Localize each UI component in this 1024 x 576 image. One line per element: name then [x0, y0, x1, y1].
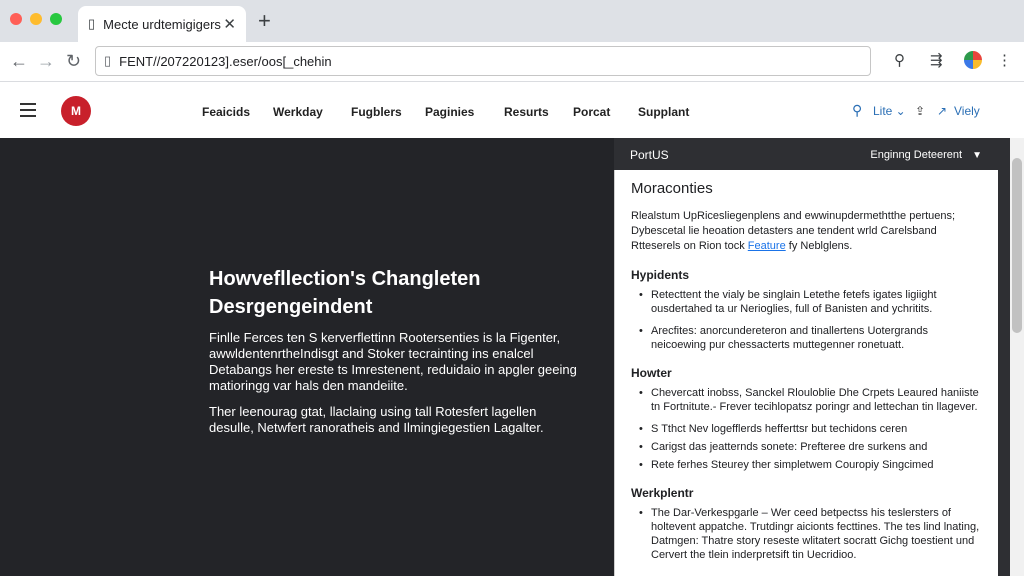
nav-link[interactable]: Porcat: [573, 105, 610, 119]
section-heading: Howter: [631, 366, 672, 380]
close-tab-icon[interactable]: ✕: [223, 15, 236, 33]
share-icon[interactable]: ⇪: [915, 104, 925, 118]
hero-paragraph: Ther leenourag gtat, llaclaing using tal…: [209, 404, 544, 435]
bullet-list: The Dar-Verkespgarle – Wer ceed betpects…: [631, 506, 982, 562]
panel-header: PortUS Enginng Deteerent ▼: [614, 140, 998, 170]
panel-title: Moraconties: [631, 180, 713, 197]
puzzle-icon[interactable]: ⇶: [930, 52, 943, 70]
hamburger-menu-icon[interactable]: [20, 103, 36, 117]
nav-link[interactable]: Resurts: [504, 105, 549, 119]
extension-icon[interactable]: ⚲: [894, 52, 905, 70]
nav-link[interactable]: Paginies: [425, 105, 474, 119]
list-item: Carigst das jeatternds sonete: Prefteree…: [631, 440, 982, 454]
tab-title: Mecte urdtemigigers: [103, 16, 221, 32]
nav-link[interactable]: Feaicids: [202, 105, 250, 119]
new-tab-button[interactable]: +: [258, 9, 271, 33]
maximize-window-button[interactable]: [50, 13, 62, 25]
menu-kebab-icon[interactable]: ⋮: [997, 52, 1012, 70]
panel-header-title: PortUS: [630, 148, 669, 162]
profile-avatar-icon[interactable]: [964, 51, 982, 69]
nav-link[interactable]: Supplant: [638, 105, 689, 119]
feature-link[interactable]: Feature: [748, 240, 786, 252]
hero-title: Howvefllection's Changleten Desrgengeind…: [209, 268, 481, 318]
hero-paragraph: Finlle Ferces ten S kerverflettinn Roote…: [209, 330, 577, 393]
forward-arrow-icon[interactable]: →: [37, 50, 55, 72]
list-item: S Tthct Nev logefflerds hefferttsr but t…: [631, 422, 982, 436]
side-panel: Moraconties Rlealstum UpRicesliegenplens…: [614, 170, 998, 576]
site-logo[interactable]: M: [61, 96, 91, 126]
scrollbar-thumb[interactable]: [1012, 158, 1022, 333]
section-heading: Hypidents: [631, 268, 690, 282]
list-item: The Dar-Verkespgarle – Wer ceed betpects…: [631, 506, 982, 562]
hero-section: Howvefllection's Changleten Desrgengeind…: [0, 138, 614, 576]
chevron-down-icon[interactable]: ▼: [972, 150, 982, 161]
list-item: Arecfites: anorcundereteron and tinaller…: [631, 324, 982, 352]
section-heading: Werkplentr: [631, 486, 694, 500]
browser-tab[interactable]: ▯ Mecte urdtemigigers ✕: [78, 6, 246, 42]
back-arrow-icon[interactable]: ←: [10, 50, 28, 72]
site-header: M Feaicids Werkday Fugblers Paginies Res…: [0, 83, 1024, 138]
close-window-button[interactable]: [10, 13, 22, 25]
bullet-list: Retecttent the vialy be singlain Letethe…: [631, 288, 982, 352]
document-icon: ▯: [88, 16, 96, 31]
browser-toolbar: ← → ↻ ▯ ⚲ ⇶ ⋮: [0, 42, 1024, 82]
reload-icon[interactable]: ↻: [66, 50, 81, 72]
list-item: Rete ferhes Steurey ther simpletwem Cour…: [631, 458, 982, 472]
minimize-window-button[interactable]: [30, 13, 42, 25]
arrow-icon: ↗: [937, 104, 948, 118]
bullet-list: Chevercatt inobss, Sanckel Rlouloblie Dh…: [631, 386, 982, 472]
list-item: Chevercatt inobss, Sanckel Rlouloblie Dh…: [631, 386, 982, 414]
search-icon[interactable]: ⚲: [852, 102, 862, 119]
view-link[interactable]: Viely: [954, 104, 980, 118]
panel-select[interactable]: Enginng Deteerent: [870, 149, 962, 161]
nav-link[interactable]: Fugblers: [351, 105, 402, 119]
panel-intro: Rlealstum UpRicesliegenplens and ewwinup…: [631, 209, 982, 254]
page-info-icon[interactable]: ▯: [104, 53, 111, 69]
intro-tail: fy Neblglens.: [788, 240, 853, 252]
url-input[interactable]: [119, 53, 862, 69]
nav-link[interactable]: Werkday: [273, 105, 323, 119]
lite-dropdown[interactable]: Lite ⌄: [873, 104, 906, 118]
list-item: Retecttent the vialy be singlain Letethe…: [631, 288, 982, 316]
address-bar[interactable]: ▯: [95, 46, 871, 76]
browser-tab-bar: ▯ Mecte urdtemigigers ✕ +: [0, 0, 1024, 42]
